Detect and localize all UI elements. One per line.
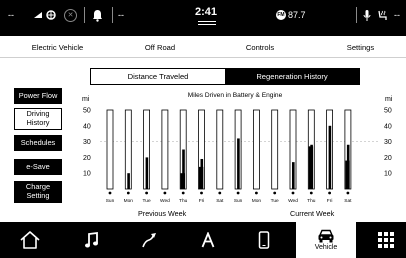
- bar-dot: [291, 191, 295, 195]
- bar-dot: [181, 191, 185, 195]
- grid-menu-icon: [378, 232, 394, 248]
- bar-dot: [108, 191, 112, 195]
- x-tick-label: Sun: [106, 198, 115, 204]
- bar-series-1: [145, 157, 149, 189]
- home-icon: [20, 231, 40, 249]
- x-tick-label: Sun: [234, 198, 243, 204]
- bar-dot: [255, 191, 258, 195]
- bar-series-2: [198, 166, 204, 189]
- nav-vehicle-button[interactable]: Vehicle: [296, 222, 356, 258]
- y-tick-label-left: 10: [83, 171, 91, 178]
- nav-phone-button[interactable]: [242, 222, 286, 258]
- bar-dot: [218, 191, 222, 195]
- bar-dot: [309, 191, 313, 195]
- bar-dot: [236, 191, 240, 195]
- x-tick-label: Sat: [344, 198, 352, 204]
- bar-series-2: [345, 160, 350, 189]
- bar-tube: [161, 109, 169, 190]
- music-icon: [85, 231, 98, 248]
- bar-tube: [106, 109, 114, 190]
- bar-series-2: [180, 173, 185, 189]
- y-tick-label-left: 50: [83, 108, 91, 115]
- x-tick-label: Mon: [252, 198, 262, 204]
- x-tick-label: Wed: [160, 198, 170, 204]
- bar-dot: [126, 191, 130, 195]
- nav-media-button[interactable]: [70, 222, 114, 258]
- bar-dot: [328, 191, 331, 195]
- bar-dot: [273, 191, 277, 195]
- bar-series-1: [328, 125, 332, 189]
- nav-home-button[interactable]: [8, 222, 52, 258]
- vehicle-icon: [318, 229, 334, 243]
- x-tick-label: Fri: [327, 198, 333, 204]
- regeneration-chart: 10 10 20 20 30 30 40 40 50 50 Sun Mon Tue Wed Thu Fri Sa…: [83, 108, 392, 205]
- bar-series-1: [292, 162, 295, 189]
- nav-menu-button[interactable]: [370, 222, 402, 258]
- bar-dot: [145, 191, 149, 195]
- y-tick-label-right: 20: [384, 155, 392, 162]
- apps-icon: [201, 232, 215, 248]
- y-tick-label-left: 30: [83, 139, 91, 146]
- week-label-previous: Previous Week: [138, 209, 187, 218]
- y-tick-label-right: 40: [384, 123, 392, 130]
- y-tick-label-right: 30: [384, 139, 392, 146]
- x-tick-label: Thu: [179, 198, 188, 204]
- x-tick-label: Sat: [216, 198, 224, 204]
- x-tick-label: Tue: [143, 198, 151, 204]
- bottom-nav: Vehicle: [0, 222, 406, 258]
- x-tick-label: Mon: [124, 198, 134, 204]
- bar-tube: [216, 109, 224, 190]
- x-tick-label: Thu: [307, 198, 316, 204]
- navigation-icon: [142, 233, 156, 248]
- y-tick-label-left: 40: [83, 123, 91, 130]
- bar-dot: [346, 191, 350, 195]
- x-tick-label: Tue: [271, 198, 279, 204]
- nav-apps-button[interactable]: [186, 222, 230, 258]
- x-tick-label: Wed: [288, 198, 298, 204]
- x-tick-label: Fri: [199, 198, 205, 204]
- week-label-current: Current Week: [290, 209, 335, 218]
- y-tick-label-right: 10: [384, 171, 392, 178]
- y-tick-label-right: 50: [384, 108, 392, 115]
- bar-series-2: [308, 146, 314, 189]
- bar-dot: [163, 191, 167, 195]
- y-tick-label-left: 20: [83, 155, 91, 162]
- bar-series-1: [237, 138, 240, 189]
- nav-vehicle-label: Vehicle: [314, 244, 338, 251]
- bar-dot: [200, 191, 203, 195]
- phone-icon: [258, 231, 270, 249]
- bar-tube: [252, 109, 260, 190]
- bar-tube: [271, 109, 279, 190]
- nav-navigation-button[interactable]: [128, 222, 172, 258]
- bar-series-1: [127, 173, 130, 189]
